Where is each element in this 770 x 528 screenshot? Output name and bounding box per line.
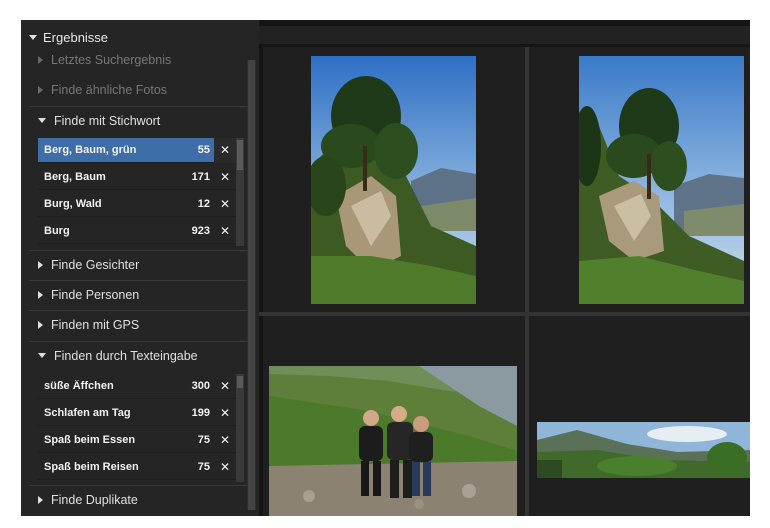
photo-thumbnail[interactable]	[537, 422, 750, 478]
result-count: 55	[197, 144, 210, 156]
results-title: Ergebnisse	[43, 29, 109, 45]
section-similar-photos[interactable]: Finde ähnliche Fotos	[29, 76, 247, 104]
section-text-search[interactable]: Finden durch Texteingabe	[29, 341, 247, 369]
photo-thumbnail[interactable]	[311, 56, 476, 304]
photo-grid	[259, 20, 750, 516]
result-label: Spaß beim Reisen	[44, 461, 139, 473]
remove-icon[interactable]: ✕	[214, 219, 236, 244]
text-result-row[interactable]: süße Äffchen 300 ✕	[38, 374, 236, 399]
remove-icon[interactable]: ✕	[214, 401, 236, 426]
keyword-result-row[interactable]: Berg, Baum 171 ✕	[38, 165, 236, 190]
photo-cell[interactable]	[529, 316, 750, 516]
result-label: süße Äffchen	[44, 380, 114, 392]
section-find-duplicates[interactable]: Finde Duplikate	[29, 485, 247, 513]
section-last-search[interactable]: Letztes Suchergebnis	[29, 46, 247, 74]
scrollbar-thumb[interactable]	[237, 140, 243, 170]
section-find-people[interactable]: Finde Personen	[29, 280, 247, 308]
mountain-cliff-image	[311, 56, 476, 304]
scrollbar-thumb[interactable]	[237, 376, 243, 388]
result-count: 12	[197, 198, 210, 210]
expand-right-icon	[38, 260, 43, 269]
app-window: Ergebnisse Letztes Suchergebnis Finde äh…	[21, 20, 750, 516]
expand-down-icon	[38, 353, 46, 358]
result-label: Spaß beim Essen	[44, 434, 136, 446]
result-count: 75	[197, 434, 210, 446]
remove-icon[interactable]: ✕	[214, 374, 236, 399]
landscape-panorama-image	[537, 422, 750, 478]
remove-icon[interactable]: ✕	[214, 428, 236, 453]
result-label: Burg, Wald	[44, 198, 102, 210]
remove-icon[interactable]: ✕	[214, 192, 236, 217]
result-label: Berg, Baum, grün	[44, 144, 137, 156]
section-label: Finde Personen	[51, 287, 140, 302]
text-result-row[interactable]: Spaß beim Essen 75 ✕	[38, 428, 236, 453]
section-label: Finden durch Texteingabe	[54, 348, 198, 363]
expand-right-icon	[38, 495, 43, 504]
sidebar-scrollbar[interactable]	[247, 60, 256, 510]
result-count: 171	[191, 171, 210, 183]
result-label: Burg	[44, 225, 70, 237]
grid-header-bar	[259, 26, 750, 44]
result-label: Schlafen am Tag	[44, 407, 131, 419]
section-keyword-search[interactable]: Finde mit Stichwort	[29, 106, 247, 134]
keyword-result-row[interactable]: Burg, Wald 12 ✕	[38, 192, 236, 217]
expand-down-icon	[29, 34, 37, 40]
section-find-faces[interactable]: Finde Gesichter	[29, 250, 247, 278]
expand-right-icon	[38, 86, 43, 94]
section-label: Letztes Suchergebnis	[51, 53, 172, 67]
grid-divider	[525, 47, 529, 516]
text-result-row[interactable]: Schlafen am Tag 199 ✕	[38, 401, 236, 426]
result-count: 300	[191, 380, 210, 392]
expand-right-icon	[38, 290, 43, 299]
scrollbar-thumb[interactable]	[248, 60, 255, 510]
photo-thumbnail[interactable]	[579, 56, 744, 304]
remove-icon[interactable]: ✕	[214, 455, 236, 480]
keyword-result-row[interactable]: Berg, Baum, grün 55 ✕	[38, 137, 236, 163]
text-result-row[interactable]: Spaß beim Reisen 75 ✕	[38, 455, 236, 480]
photo-thumbnail[interactable]	[269, 366, 517, 516]
remove-icon[interactable]: ✕	[214, 165, 236, 190]
result-count: 923	[191, 225, 210, 237]
remove-icon[interactable]: ✕	[214, 137, 236, 163]
expand-down-icon	[38, 118, 46, 123]
expand-right-icon	[38, 56, 43, 64]
section-label: Finden mit GPS	[51, 317, 140, 332]
section-label: Finde Duplikate	[51, 492, 138, 507]
group-hiking-image	[269, 366, 517, 516]
section-find-gps[interactable]: Finden mit GPS	[29, 310, 247, 338]
keyword-list-scrollbar[interactable]	[236, 138, 244, 246]
result-count: 75	[197, 461, 210, 473]
text-list-scrollbar[interactable]	[236, 374, 244, 482]
result-count: 199	[191, 407, 210, 419]
keyword-result-row[interactable]: Burg 923 ✕	[38, 219, 236, 244]
grid-divider	[259, 312, 750, 316]
section-label: Finde Gesichter	[51, 257, 140, 272]
mountain-cliff-image	[579, 56, 744, 304]
section-label: Finde mit Stichwort	[54, 113, 161, 128]
result-label: Berg, Baum	[44, 171, 106, 183]
search-results-sidebar: Ergebnisse Letztes Suchergebnis Finde äh…	[21, 20, 259, 516]
section-label: Finde ähnliche Fotos	[51, 83, 168, 97]
expand-right-icon	[38, 320, 43, 329]
